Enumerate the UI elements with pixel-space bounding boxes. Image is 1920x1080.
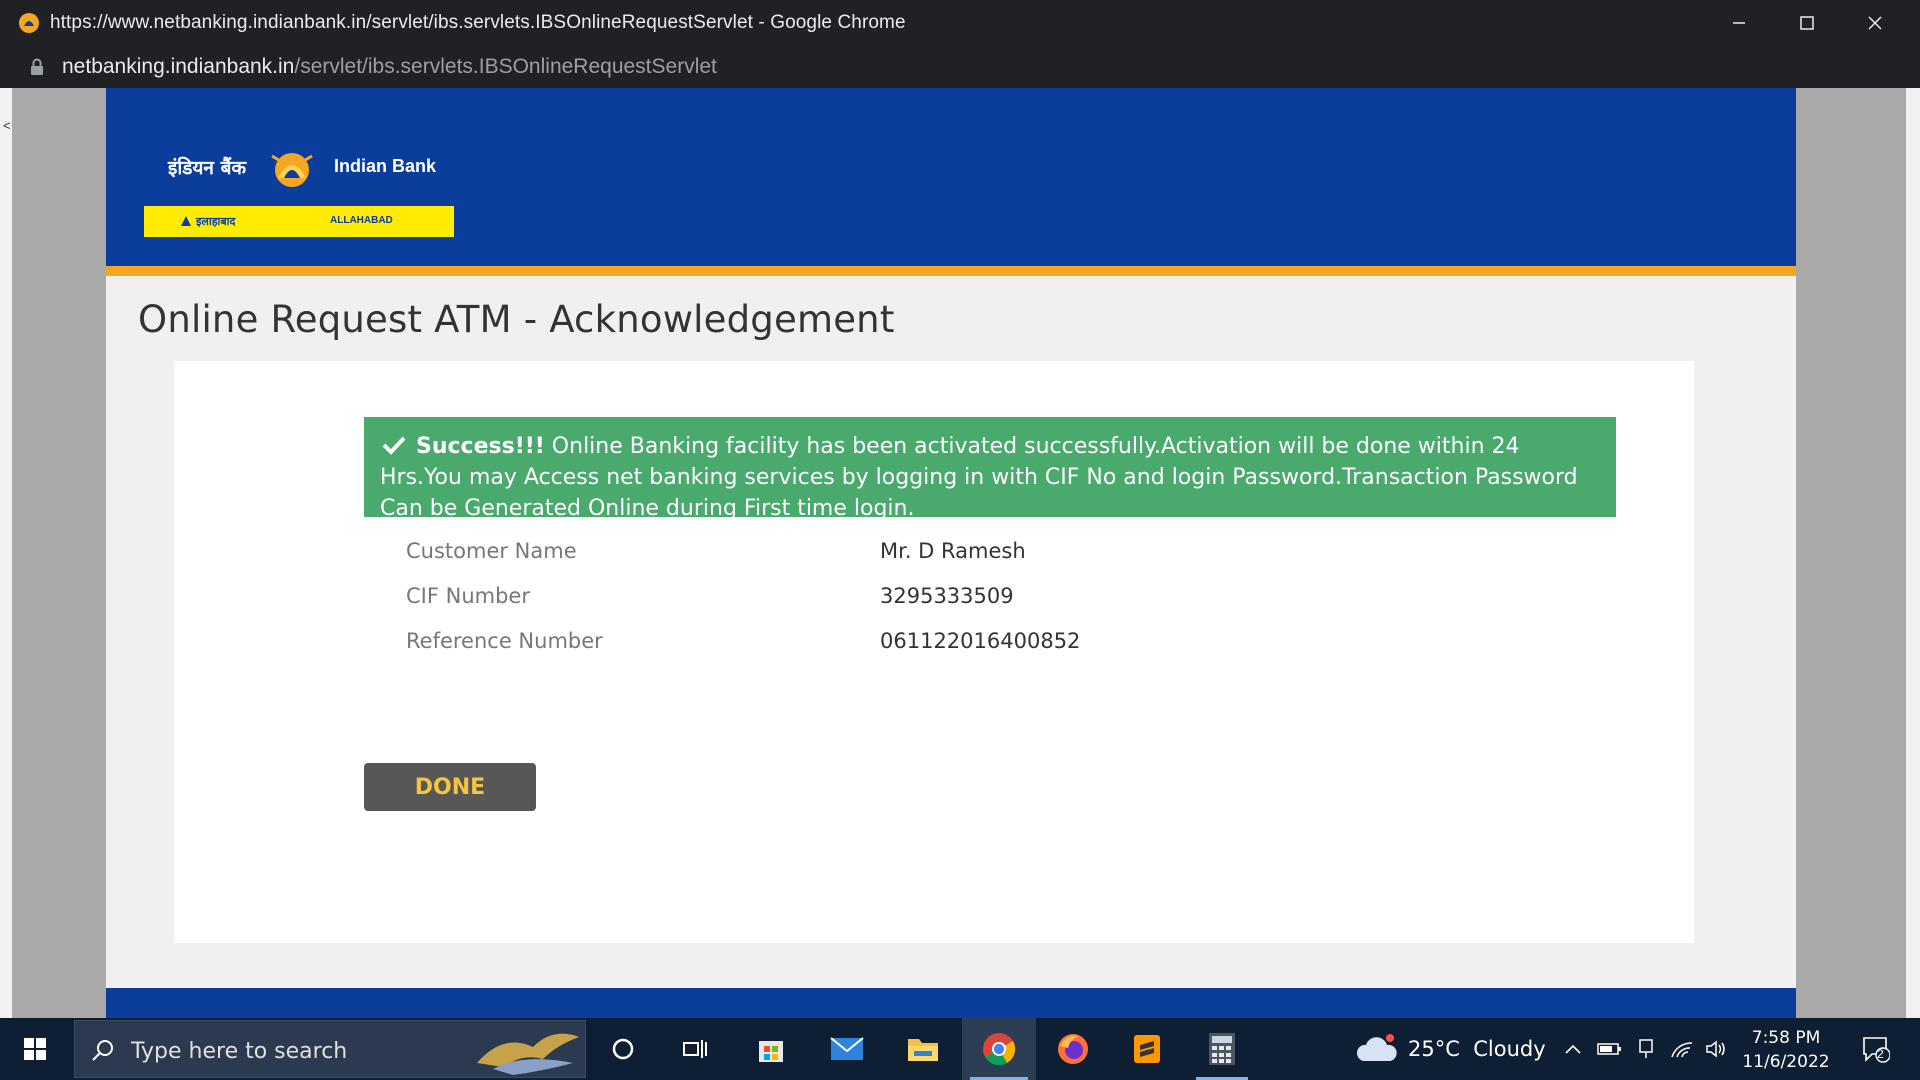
detail-value: Mr. D Ramesh [880,539,1026,563]
strip-english-text: ALLAHABAD [330,215,393,226]
allahabad-strip: इलाहाबाद ALLAHABAD [144,206,454,237]
detail-label: Customer Name [406,539,577,563]
detail-label: Reference Number [406,629,603,653]
logo-english-text: Indian Bank [334,156,437,176]
chrome-taskbar-button[interactable] [962,1018,1036,1080]
weather-text: 25°C Cloudy [1408,1037,1546,1061]
indian-bank-logo[interactable]: इंडियन बैंक Indian Bank इलाहाबाद ALLAHAB… [144,146,454,238]
task-view-button[interactable] [662,1018,728,1080]
maximize-icon [1800,16,1814,30]
weather-widget[interactable]: 25°C Cloudy [1356,1018,1546,1080]
network-button[interactable] [1664,1018,1700,1080]
chevron-up-icon [1565,1044,1581,1054]
start-button[interactable] [0,1018,70,1080]
meet-now-button[interactable] [1630,1018,1664,1080]
wifi-icon [1671,1042,1693,1058]
footer-band [106,988,1796,1018]
battery-button[interactable] [1592,1018,1628,1080]
minimize-icon [1733,22,1745,24]
speaker-icon [1706,1040,1725,1058]
success-message: Online Banking facility has been activat… [380,434,1578,521]
window-title: https://www.netbanking.indianbank.in/ser… [50,12,906,33]
left-gutter: < [0,88,12,1018]
strip-hindi-text: इलाहाबाद [196,215,236,228]
meet-now-icon [1639,1039,1653,1058]
file-explorer-button[interactable] [890,1018,956,1080]
folder-icon [908,1039,938,1061]
windows-taskbar: Type here to search 25°C Cloudy 7:58 PM … [0,1018,1920,1080]
acknowledgement-card: Success!!! Online Banking facility has b… [174,361,1694,943]
sublime-text-icon [1134,1035,1160,1063]
bank-emblem-icon [271,153,313,187]
success-strong-text: Success!!! [416,434,545,459]
notification-icon [1863,1037,1890,1063]
detail-label: CIF Number [406,584,530,608]
gutter-arrow: < [3,118,11,133]
search-placeholder: Type here to search [131,1039,348,1064]
url-path: /servlet/ibs.servlets.IBSOnlineRequestSe… [294,55,717,78]
taskbar-search-box[interactable]: Type here to search [74,1020,586,1078]
clock-time: 7:58 PM [1751,1028,1821,1048]
close-icon [1868,16,1882,30]
lock-icon [31,58,43,75]
calculator-button[interactable] [1188,1018,1256,1080]
close-button[interactable] [1841,0,1909,46]
cloudy-weather-icon [1356,1034,1397,1061]
mail-icon [830,1037,864,1060]
battery-icon [1597,1043,1621,1055]
maximize-button[interactable] [1773,0,1841,46]
notification-count: 2 [1877,1047,1884,1061]
chrome-icon [983,1033,1016,1066]
volume-button[interactable] [1700,1018,1734,1080]
browser-title-bar: https://www.netbanking.indianbank.in/ser… [0,0,1920,46]
search-icon [92,1040,113,1061]
success-alert: Success!!! Online Banking facility has b… [364,417,1616,521]
microsoft-store-button[interactable] [738,1018,804,1080]
vertical-scrollbar[interactable] [1906,88,1920,1018]
show-hidden-icons-button[interactable] [1558,1018,1588,1080]
cortana-button[interactable] [590,1018,656,1080]
detail-value: 3295333509 [880,584,1014,608]
firefox-icon [1058,1034,1088,1064]
checkmark-icon [382,436,406,455]
search-highlight-bird-icon [477,1033,579,1075]
sublime-text-button[interactable] [1114,1018,1180,1080]
url-host: netbanking.indianbank.in [62,55,295,78]
address-bar[interactable]: netbanking.indianbank.in/servlet/ibs.ser… [0,46,1920,88]
bank-header: इंडियन बैंक Indian Bank इलाहाबाद ALLAHAB… [106,88,1796,276]
done-button[interactable]: DONE [364,763,536,811]
notification-center-button[interactable]: 2 [1846,1018,1906,1080]
mail-button[interactable] [814,1018,880,1080]
cortana-circle-icon [612,1038,634,1060]
task-view-icon [683,1040,707,1058]
firefox-button[interactable] [1040,1018,1106,1080]
clock-date: 11/6/2022 [1742,1052,1830,1072]
allahabad-triangle-icon [181,216,191,226]
page-title: Online Request ATM - Acknowledgement [138,298,895,341]
web-page: इंडियन बैंक Indian Bank इलाहाबाद ALLAHAB… [106,88,1796,1018]
microsoft-store-icon [759,1041,783,1062]
windows-logo-icon [24,1038,46,1060]
minimize-button[interactable] [1705,0,1773,46]
taskbar-clock[interactable]: 7:58 PM 11/6/2022 [1740,1026,1832,1074]
calculator-icon [1209,1033,1235,1065]
logo-hindi-text: इंडियन बैंक [168,157,247,179]
detail-value: 061122016400852 [880,629,1081,653]
indian-bank-favicon-icon [19,13,39,33]
